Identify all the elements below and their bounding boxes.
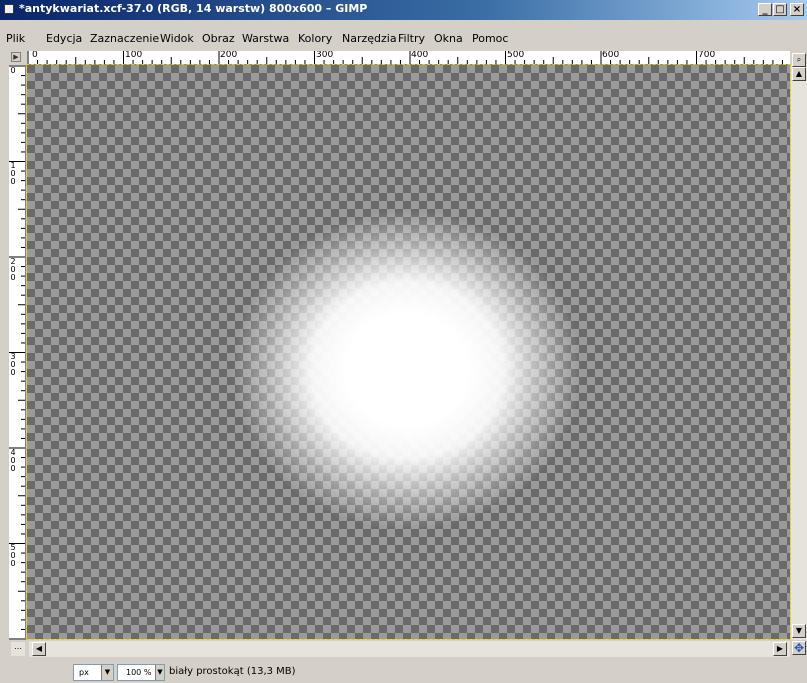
ruler-label: 600 — [602, 51, 620, 60]
navigate-icon[interactable]: ✥ — [792, 641, 806, 655]
vertical-scrollbar[interactable]: ⌕ ▲ ▼ — [791, 53, 807, 640]
ruler-label: 2 0 0 — [10, 257, 16, 282]
menu-bar: Plik Edycja Zaznaczenie Widok Obraz Wars… — [0, 31, 807, 47]
arrow-left-icon[interactable]: ◀ — [32, 642, 46, 656]
menu-obraz[interactable]: Obraz — [202, 32, 235, 45]
image-canvas[interactable] — [26, 64, 791, 640]
ruler-label: 400 — [411, 51, 429, 60]
menu-kolory[interactable]: Kolory — [298, 32, 332, 45]
ruler-label: 100 — [125, 51, 143, 60]
zoom-select[interactable]: 100 % ▼ — [117, 664, 165, 681]
app-icon[interactable] — [4, 4, 14, 14]
menu-pomoc[interactable]: Pomoc — [472, 32, 508, 45]
ruler-label: 1 0 0 — [10, 161, 16, 186]
ruler-label: 5 0 0 — [10, 543, 16, 568]
zoom-icon[interactable]: ⌕ — [792, 53, 806, 67]
menu-zaznaczenie[interactable]: Zaznaczenie — [90, 32, 159, 45]
ruler-label: 4 0 0 — [10, 448, 16, 473]
menu-filtry[interactable]: Filtry — [398, 32, 425, 45]
arrow-right-icon[interactable]: ▶ — [773, 642, 787, 656]
ruler-label: 0 — [10, 66, 16, 75]
title-bar: *antykwariat.xcf-37.0 (RGB, 14 warstw) 8… — [0, 0, 807, 20]
status-bar: px ▼ 100 % ▼ biały prostokąt (13,3 MB) — [0, 658, 807, 683]
zoom-value: 100 % — [126, 668, 152, 677]
menu-edycja[interactable]: Edycja — [46, 32, 82, 45]
horizontal-ruler[interactable]: 0 100 200 300 400 500 600 700 — [27, 51, 790, 65]
menu-okna[interactable]: Okna — [434, 32, 463, 45]
chevron-down-icon[interactable]: ▼ — [155, 665, 164, 680]
window-title: *antykwariat.xcf-37.0 (RGB, 14 warstw) 8… — [19, 2, 368, 15]
menu-narzedzia[interactable]: Narzędzia — [342, 32, 397, 45]
maximize-button[interactable]: □ — [773, 3, 787, 16]
menu-warstwa[interactable]: Warstwa — [242, 32, 289, 45]
minimize-button[interactable]: _ — [758, 3, 772, 16]
status-message: biały prostokąt (13,3 MB) — [169, 666, 296, 677]
ruler-corner-icon[interactable]: ▶ — [11, 52, 21, 62]
ruler-label: 200 — [220, 51, 238, 60]
ruler-label: 700 — [698, 51, 716, 60]
horizontal-scrollbar[interactable]: ◀ ▶ — [29, 641, 790, 657]
vertical-ruler[interactable]: 0 1 0 0 2 0 0 3 0 0 4 0 0 5 0 0 — [9, 65, 26, 640]
menu-plik[interactable]: Plik — [6, 32, 25, 45]
arrow-up-icon[interactable]: ▲ — [792, 67, 806, 81]
unit-value: px — [79, 668, 89, 677]
close-button[interactable]: × — [790, 3, 804, 16]
unit-select[interactable]: px ▼ — [73, 664, 114, 681]
ruler-label: 300 — [316, 51, 334, 60]
ruler-label: 500 — [507, 51, 525, 60]
ruler-label: 3 0 0 — [10, 352, 16, 377]
quickmask-icon[interactable]: ⋯ — [11, 642, 25, 656]
white-glow-layer — [27, 65, 790, 639]
ruler-label: 0 — [32, 51, 38, 60]
arrow-down-icon[interactable]: ▼ — [792, 624, 806, 638]
menu-widok[interactable]: Widok — [160, 32, 194, 45]
chevron-down-icon[interactable]: ▼ — [101, 665, 113, 680]
